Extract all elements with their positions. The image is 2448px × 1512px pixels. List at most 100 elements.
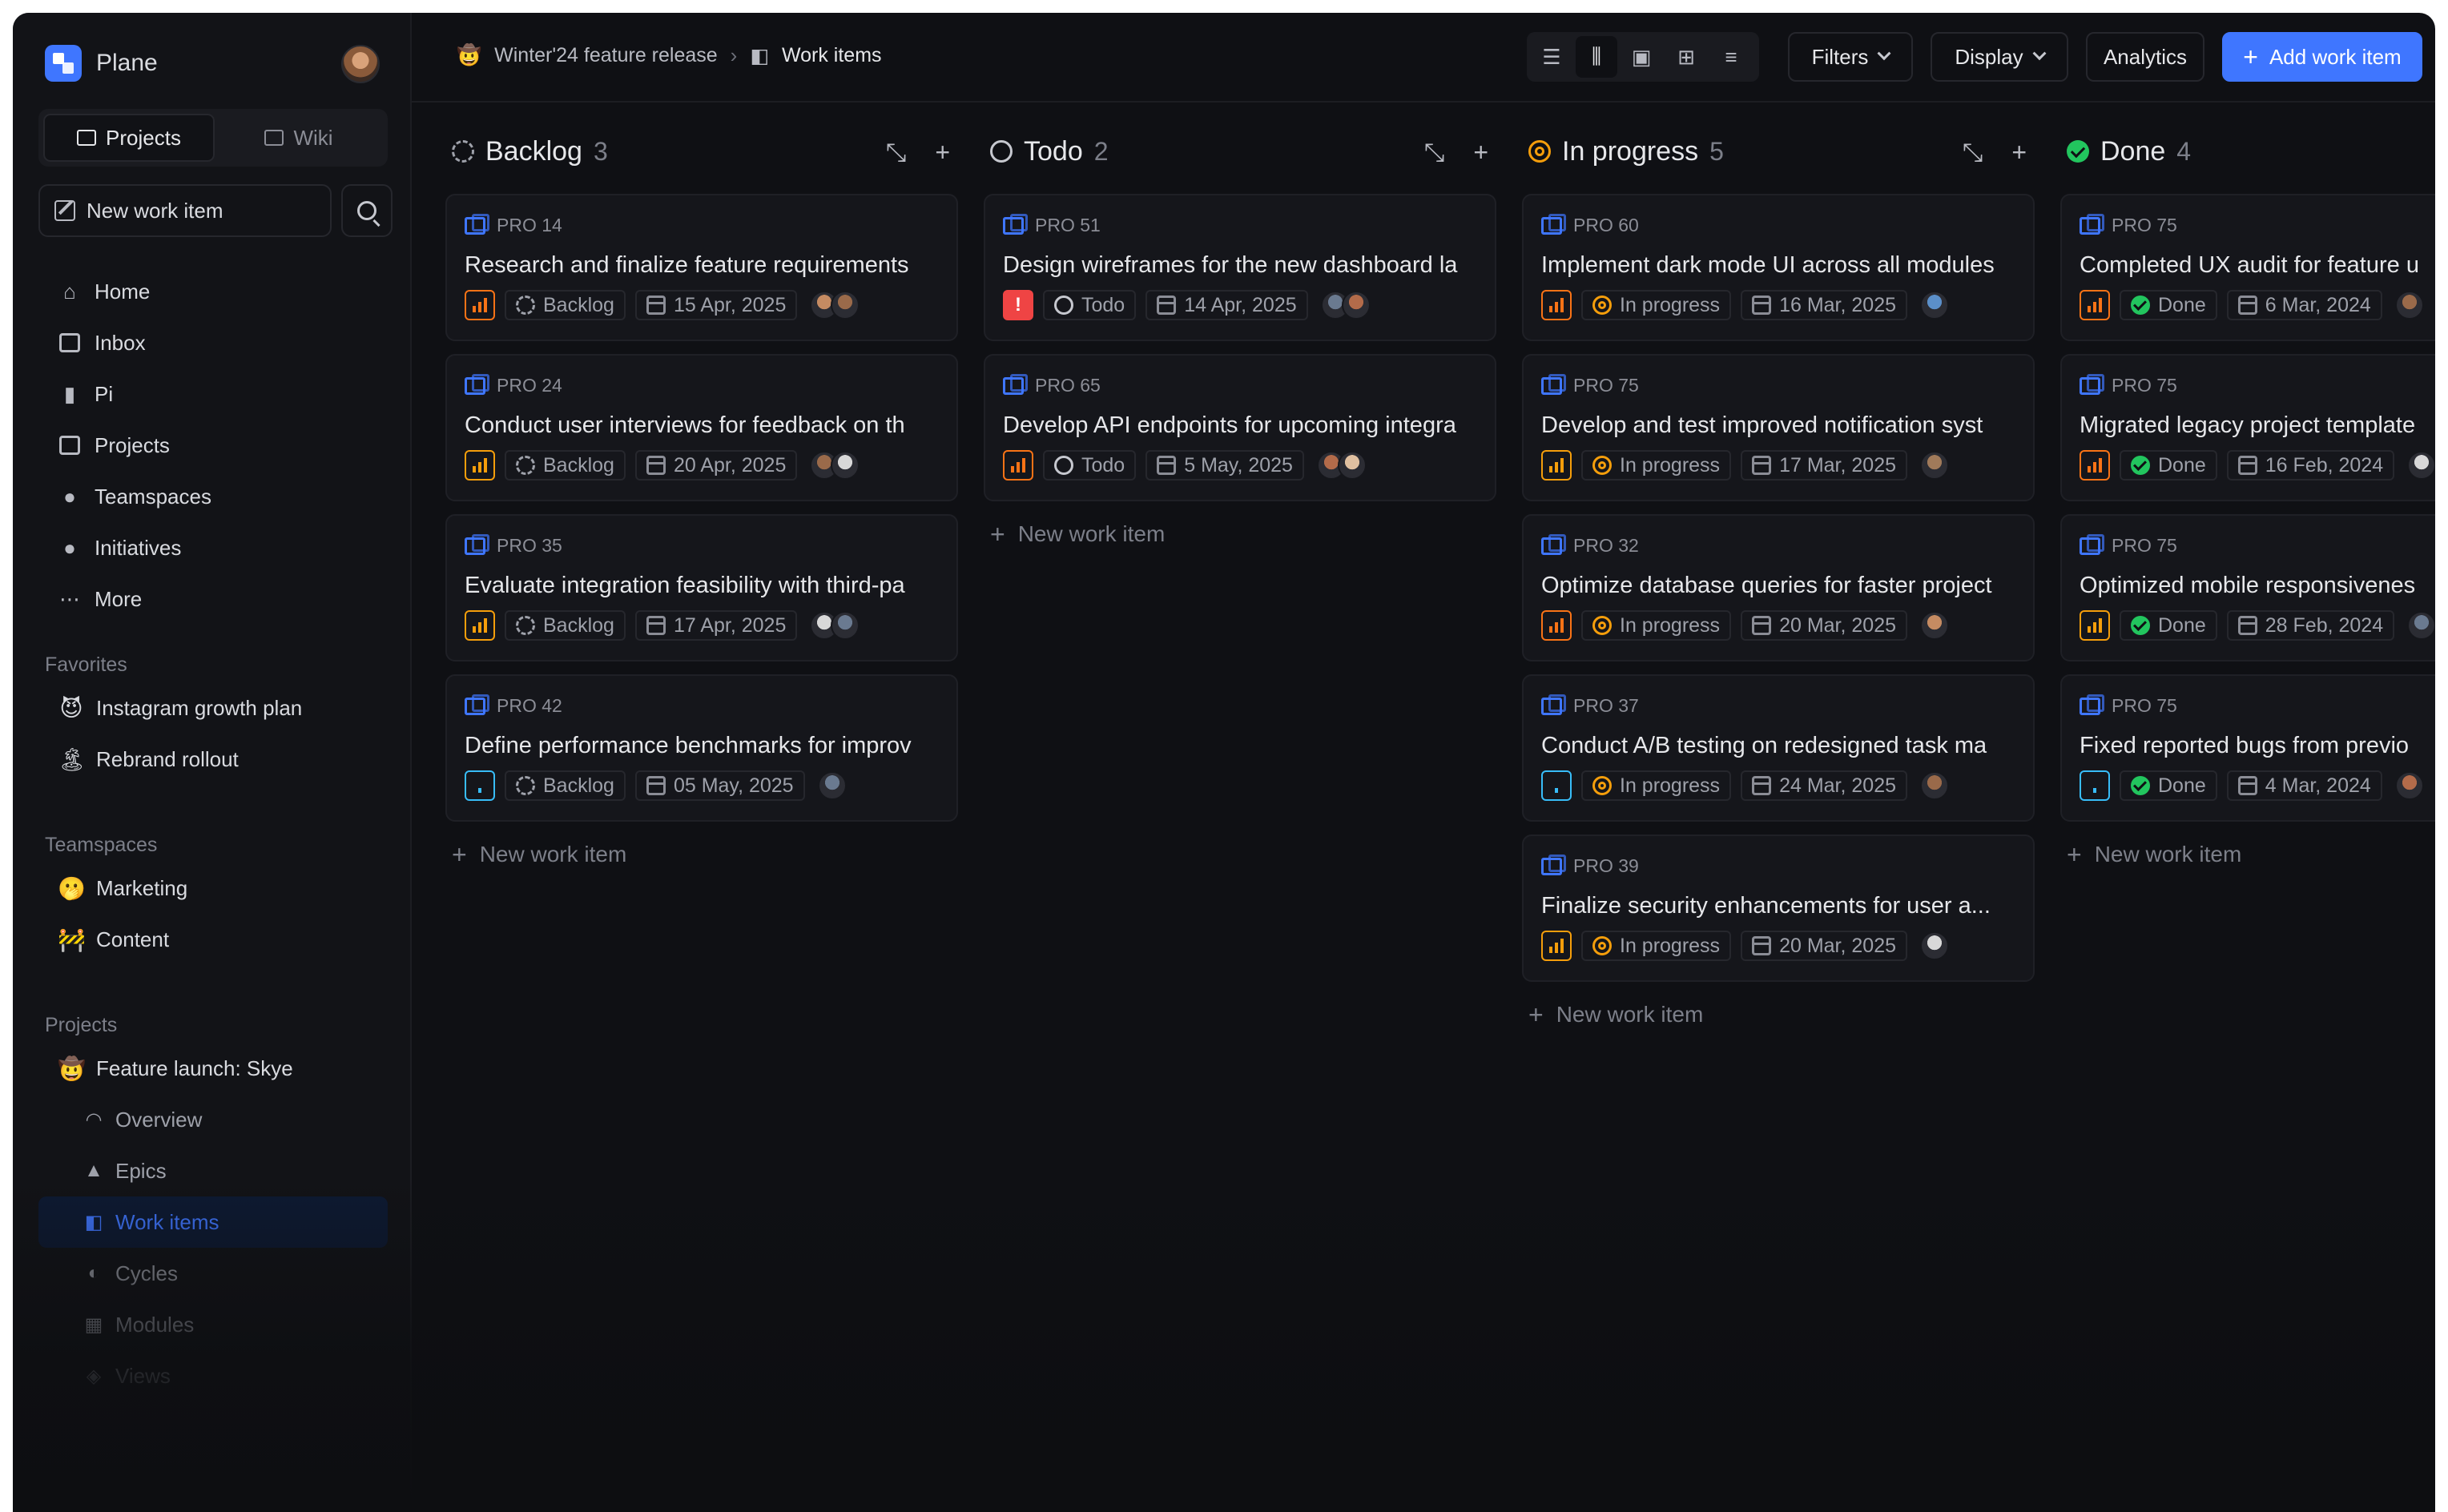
due-date-button[interactable]: 4 Mar, 2024 — [2226, 770, 2382, 801]
due-date-button[interactable]: 20 Mar, 2025 — [1741, 931, 1907, 961]
state-dropdown[interactable]: Backlog — [505, 450, 626, 481]
user-avatar[interactable] — [341, 45, 380, 83]
nav-inbox[interactable]: Inbox — [38, 317, 388, 368]
low-priority-icon[interactable] — [1541, 770, 1572, 801]
add-icon[interactable]: + — [2011, 138, 2027, 168]
high-priority-icon[interactable] — [1541, 290, 1572, 320]
state-dropdown[interactable]: In progress — [1581, 450, 1732, 481]
tab-projects[interactable]: Projects — [43, 114, 215, 162]
low-priority-icon[interactable] — [2080, 770, 2110, 801]
high-priority-icon[interactable] — [2080, 450, 2110, 481]
nav-projects[interactable]: Projects — [38, 420, 388, 471]
work-item-card[interactable]: PRO 39 Finalize security enhancements for… — [1522, 834, 2035, 982]
high-priority-icon[interactable] — [2080, 290, 2110, 320]
assignees[interactable] — [1320, 291, 1371, 320]
assignees[interactable] — [810, 451, 860, 480]
urgent-priority-icon[interactable]: ! — [1003, 290, 1033, 320]
nav-teamspaces[interactable]: ● Teamspaces — [38, 471, 388, 522]
board-layout-icon[interactable]: ⫼ — [1576, 36, 1617, 78]
work-item-card[interactable]: PRO 35 Evaluate integration feasibility w… — [445, 514, 958, 662]
assignees[interactable] — [1316, 451, 1367, 480]
favorite-item[interactable]: 😈 Instagram growth plan — [38, 682, 388, 734]
high-priority-icon[interactable] — [1003, 450, 1033, 481]
work-item-card[interactable]: PRO 60 Implement dark mode UI across all … — [1522, 194, 2035, 341]
work-item-card[interactable]: PRO 24 Conduct user interviews for feedba… — [445, 354, 958, 501]
work-item-card[interactable]: PRO 65 Develop API endpoints for upcoming… — [984, 354, 1496, 501]
project-views[interactable]: ◈ Views — [38, 1350, 388, 1401]
work-item-card[interactable]: PRO 37 Conduct A/B testing on redesigned … — [1522, 674, 2035, 822]
list-layout-icon[interactable]: ☰ — [1531, 36, 1572, 78]
favorite-item[interactable]: 🏝 Rebrand rollout — [38, 734, 388, 785]
state-dropdown[interactable]: Done — [2120, 450, 2217, 481]
collapse-icon[interactable]: ⤡ — [1424, 138, 1445, 168]
work-item-card[interactable]: PRO 42 Define performance benchmarks for … — [445, 674, 958, 822]
calendar-layout-icon[interactable]: ▣ — [1621, 36, 1662, 78]
medium-priority-icon[interactable] — [1541, 931, 1572, 961]
due-date-button[interactable]: 14 Apr, 2025 — [1145, 290, 1308, 320]
teamspace-item[interactable]: 🫢 Marketing — [38, 863, 388, 914]
project-modules[interactable]: ▦ Modules — [38, 1299, 388, 1350]
due-date-button[interactable]: 5 May, 2025 — [1145, 450, 1304, 481]
high-priority-icon[interactable] — [465, 290, 495, 320]
state-dropdown[interactable]: Todo — [1043, 290, 1137, 320]
assignees[interactable] — [1920, 451, 1949, 480]
state-dropdown[interactable]: Done — [2120, 610, 2217, 641]
work-item-card[interactable]: PRO 75 Completed UX audit for feature u Do… — [2060, 194, 2435, 341]
project-work-items[interactable]: ◧ Work items — [38, 1196, 388, 1248]
due-date-button[interactable]: 16 Feb, 2024 — [2226, 450, 2395, 481]
new-work-item-row[interactable]: + New work item — [1522, 995, 2035, 1035]
assignees[interactable] — [1920, 611, 1949, 640]
state-dropdown[interactable]: In progress — [1581, 290, 1732, 320]
work-item-card[interactable]: PRO 75 Migrated legacy project template Do… — [2060, 354, 2435, 501]
state-dropdown[interactable]: Done — [2120, 290, 2217, 320]
work-item-card[interactable]: PRO 51 Design wireframes for the new dash… — [984, 194, 1496, 341]
project-epics[interactable]: ▲ Epics — [38, 1145, 388, 1196]
assignees[interactable] — [2407, 451, 2435, 480]
display-button[interactable]: Display — [1931, 32, 2068, 82]
nav-pi[interactable]: ▮ Pi — [38, 368, 388, 420]
nav-initiatives[interactable]: ● Initiatives — [38, 522, 388, 573]
work-item-card[interactable]: PRO 32 Optimize database queries for fast… — [1522, 514, 2035, 662]
due-date-button[interactable]: 15 Apr, 2025 — [634, 290, 798, 320]
assignees[interactable] — [2394, 771, 2424, 800]
work-item-card[interactable]: PRO 14 Research and finalize feature requ… — [445, 194, 958, 341]
due-date-button[interactable]: 17 Mar, 2025 — [1741, 450, 1907, 481]
work-item-card[interactable]: PRO 75 Optimized mobile responsivenes Done… — [2060, 514, 2435, 662]
state-dropdown[interactable]: Backlog — [505, 770, 626, 801]
medium-priority-icon[interactable] — [465, 450, 495, 481]
new-work-item-row[interactable]: + New work item — [445, 834, 958, 875]
project-item[interactable]: 🤠 Feature launch: Skye — [38, 1043, 388, 1094]
spreadsheet-layout-icon[interactable]: ⊞ — [1665, 36, 1707, 78]
assignees[interactable] — [1920, 771, 1949, 800]
filters-button[interactable]: Filters — [1788, 32, 1913, 82]
state-dropdown[interactable]: In progress — [1581, 770, 1732, 801]
assignees[interactable] — [817, 771, 847, 800]
assignees[interactable] — [810, 291, 860, 320]
state-dropdown[interactable]: Done — [2120, 770, 2217, 801]
assignees[interactable] — [1920, 931, 1949, 960]
project-cycles[interactable]: ◐ Cycles — [38, 1248, 388, 1299]
new-work-item-row[interactable]: + New work item — [984, 514, 1496, 554]
nav-more[interactable]: ⋯ More — [38, 573, 388, 625]
new-work-item-button[interactable]: New work item — [38, 184, 332, 237]
add-work-item-button[interactable]: + Add work item — [2222, 32, 2422, 82]
due-date-button[interactable]: 20 Mar, 2025 — [1741, 610, 1907, 641]
medium-priority-icon[interactable] — [1541, 450, 1572, 481]
due-date-button[interactable]: 6 Mar, 2024 — [2226, 290, 2382, 320]
work-item-card[interactable]: PRO 75 Fixed reported bugs from previo Don… — [2060, 674, 2435, 822]
medium-priority-icon[interactable] — [465, 610, 495, 641]
due-date-button[interactable]: 20 Apr, 2025 — [634, 450, 798, 481]
assignees[interactable] — [1920, 291, 1949, 320]
analytics-button[interactable]: Analytics — [2086, 32, 2204, 82]
search-button[interactable] — [341, 184, 393, 237]
low-priority-icon[interactable] — [465, 770, 495, 801]
collapse-icon[interactable]: ⤡ — [886, 138, 907, 168]
due-date-button[interactable]: 28 Feb, 2024 — [2226, 610, 2395, 641]
due-date-button[interactable]: 17 Apr, 2025 — [634, 610, 798, 641]
due-date-button[interactable]: 05 May, 2025 — [634, 770, 805, 801]
collapse-icon[interactable]: ⤡ — [1963, 138, 1983, 168]
nav-home[interactable]: ⌂ Home — [38, 266, 388, 317]
state-dropdown[interactable]: In progress — [1581, 610, 1732, 641]
assignees[interactable] — [810, 611, 860, 640]
high-priority-icon[interactable] — [1541, 610, 1572, 641]
